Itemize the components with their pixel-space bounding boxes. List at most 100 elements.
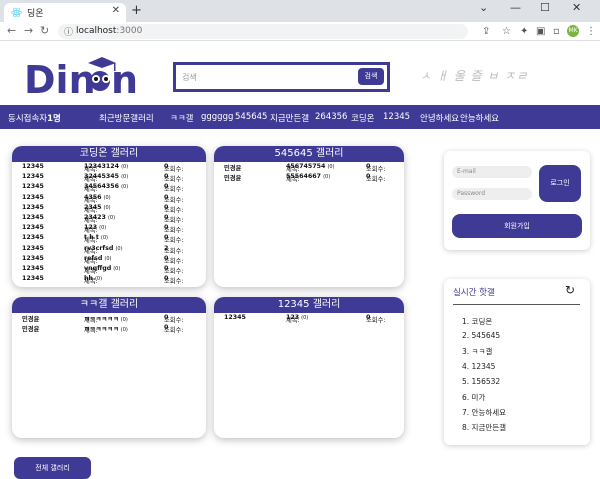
post-author: 12345 xyxy=(224,314,246,321)
post-title[interactable]: 제목: 123 (0) xyxy=(286,314,308,324)
nav-gallery-link[interactable]: gggggg xyxy=(201,112,233,122)
post-row[interactable]: 12345 제목: 4356 (0) 조회수: 0 xyxy=(12,193,206,204)
address-bar[interactable]: ⓘ localhost:3000 xyxy=(58,24,468,39)
hot-gallery-item[interactable]: 3. ㅋㅋ갤 xyxy=(462,346,506,361)
post-author: 12345 xyxy=(22,234,44,242)
post-views: 조회수: 0 xyxy=(164,194,184,204)
maximize-icon[interactable]: ☐ xyxy=(540,1,550,14)
gallery-title[interactable]: 545645 갤러리 xyxy=(214,146,404,162)
hot-galleries-box: 실시간 핫갤 ↻ 1. 코딩온 2. 545645 3. ㅋㅋ갤 4. 1234… xyxy=(444,279,590,445)
post-author: 민경윤 xyxy=(22,326,40,334)
post-title[interactable]: 제목: 55564667 (0) xyxy=(286,173,330,183)
nav-gallery-link[interactable]: 안능하세요 xyxy=(460,112,499,124)
post-title[interactable]: 제목: 4356 (0) xyxy=(84,194,111,204)
chevron-down-icon[interactable]: ⌄ xyxy=(479,1,488,14)
all-galleries-button[interactable]: 전체 갤러리 xyxy=(14,457,91,479)
post-row[interactable]: 12345 제목: 12343124 (0) 조회수: 0 xyxy=(12,162,206,173)
new-tab-button[interactable]: + xyxy=(131,3,142,18)
post-row[interactable]: 12345 제목: 34564356 (0) 조회수: 0 xyxy=(12,182,206,193)
password-field[interactable]: Password xyxy=(452,188,532,200)
post-title[interactable]: 제목: ㅋㅋㅋㅋㅋㅋ (0) xyxy=(84,314,128,324)
search-box[interactable]: 검색 검색 xyxy=(173,62,390,92)
nav-gallery-link[interactable]: 12345 xyxy=(383,112,410,122)
dingon-logo[interactable]: Din n xyxy=(24,53,144,99)
gallery-title[interactable]: 12345 갤러리 xyxy=(214,297,404,313)
refresh-icon[interactable]: ↻ xyxy=(565,283,575,297)
post-author: 12345 xyxy=(22,183,44,191)
post-title[interactable]: 제목: refsd (0) xyxy=(84,255,111,265)
post-title[interactable]: 제목: ㅋㅋㅋㅋㅋㅋ (0) xyxy=(84,324,128,334)
extensions-icon[interactable]: ✦ xyxy=(520,26,528,37)
login-button[interactable]: 로그인 xyxy=(539,165,581,202)
post-views: 조회수: 0 xyxy=(164,324,184,334)
profile-avatar[interactable]: MK xyxy=(567,25,579,37)
hot-gallery-item[interactable]: 5. 156532 xyxy=(462,377,506,392)
post-title[interactable]: 제목: 456745754 (0) xyxy=(286,163,335,173)
search-input[interactable]: 검색 xyxy=(182,72,197,83)
post-views: 조회수: 2 xyxy=(164,245,184,255)
post-row[interactable]: 12345 제목: rv3crfsd (0) 조회수: 2 xyxy=(12,244,206,255)
post-title[interactable]: 제목: 123 (0) xyxy=(84,224,106,234)
info-icon[interactable]: ⓘ xyxy=(64,25,73,38)
post-row[interactable]: 민경윤 제목: ㅋㅋㅋㅋㅋㅋ (0) 조회수: 0 xyxy=(12,323,206,334)
post-title[interactable]: 제목: 34564356 (0) xyxy=(84,183,128,193)
post-title[interactable]: 제목: 2345 (0) xyxy=(84,204,111,214)
post-row[interactable]: 민경윤 제목: 456745754 (0) 조회수: 0 xyxy=(214,162,404,173)
post-views: 조회수: 0 xyxy=(164,204,184,214)
gallery-title[interactable]: 코딩온 갤러리 xyxy=(12,146,206,162)
share-icon[interactable]: ⇪ xyxy=(482,26,490,37)
post-row[interactable]: 12345 제목: 2345 (0) 조회수: 0 xyxy=(12,203,206,214)
post-author: 민경윤 xyxy=(224,175,242,183)
post-row[interactable]: 12345 제목: vngffgd (0) 조회수: 0 xyxy=(12,264,206,275)
browser-tab[interactable]: 딩온 ✕ xyxy=(4,3,126,22)
nav-gallery-link[interactable]: ㅋㅋ갤 xyxy=(170,112,193,124)
menu-icon[interactable]: ⋮ xyxy=(586,26,596,37)
nav-gallery-link[interactable]: 지금만든갤 xyxy=(270,112,309,124)
post-title[interactable]: 제목: rv3crfsd (0) xyxy=(84,245,123,255)
nav-gallery-link[interactable]: 545645 xyxy=(235,112,267,122)
post-row[interactable]: 12345 제목: t h t (0) 조회수: 0 xyxy=(12,233,206,244)
post-title[interactable]: 제목: vngffgd (0) xyxy=(84,265,120,275)
post-title[interactable]: 제목: t h t (0) xyxy=(84,234,108,244)
svg-text:n: n xyxy=(111,58,138,99)
post-views: 조회수: 0 xyxy=(164,163,184,173)
post-views: 조회수: 0 xyxy=(164,214,184,224)
post-row[interactable]: 12345 제목: hh (0) 조회수: 0 xyxy=(12,274,206,286)
forward-icon[interactable]: → xyxy=(24,24,33,37)
post-row[interactable]: 12345 제목: 32445345 (0) 조회수: 0 xyxy=(12,172,206,183)
post-row[interactable]: 12345 제목: 123 (0) 조회수: 0 xyxy=(12,223,206,234)
minimize-icon[interactable]: — xyxy=(510,1,521,14)
hot-gallery-item[interactable]: 8. 지금만든갤 xyxy=(462,422,506,437)
post-row[interactable]: 12345 제목: 23423 (0) 조회수: 0 xyxy=(12,213,206,224)
gallery-title[interactable]: ㅋㅋ갤 갤러리 xyxy=(12,297,206,313)
bookmark-star-icon[interactable]: ☆ xyxy=(502,26,511,37)
page: Din n 검색 검색 ㅅ ㅐ 울 즐 ㅂ ㅈㄹ 동시접속자1명 최근방문갤러리… xyxy=(0,41,600,479)
hot-gallery-item[interactable]: 1. 코딩온 xyxy=(462,316,506,331)
post-row[interactable]: 민경윤 제목: ㅋㅋㅋㅋㅋㅋ (0) 조회수: 0 xyxy=(12,313,206,324)
reload-icon[interactable]: ↻ xyxy=(40,24,49,37)
post-title[interactable]: 제목: 23423 (0) xyxy=(84,214,115,224)
back-icon[interactable]: ← xyxy=(7,24,16,37)
tab-search-icon[interactable]: ▫ xyxy=(553,26,560,37)
email-field[interactable]: E-mail xyxy=(452,166,532,178)
nav-gallery-link[interactable]: 안녕하세요 xyxy=(420,112,459,124)
post-title[interactable]: 제목: 32445345 (0) xyxy=(84,173,128,183)
hot-gallery-item[interactable]: 7. 안능하세요 xyxy=(462,407,506,422)
post-row[interactable]: 12345 제목: 123 (0) 조회수: 0 xyxy=(214,313,404,324)
sidepanel-icon[interactable]: ▣ xyxy=(536,26,545,37)
post-title[interactable]: 제목: 12343124 (0) xyxy=(84,163,128,173)
post-row[interactable]: 12345 제목: refsd (0) 조회수: 0 xyxy=(12,254,206,265)
join-button[interactable]: 회원가입 xyxy=(452,214,582,238)
post-row[interactable]: 민경윤 제목: 55564667 (0) 조회수: 0 xyxy=(214,172,404,183)
hot-gallery-item[interactable]: 4. 12345 xyxy=(462,362,506,377)
nav-gallery-link[interactable]: 코딩온 xyxy=(351,112,374,124)
hot-gallery-item[interactable]: 6. 미가 xyxy=(462,392,506,407)
window-close-icon[interactable]: ✕ xyxy=(572,1,581,14)
title-prefix: 제목: xyxy=(84,278,98,286)
post-title[interactable]: 제목: hh (0) xyxy=(84,275,102,286)
hot-gallery-item[interactable]: 2. 545645 xyxy=(462,331,506,346)
comment-count: (0) xyxy=(120,317,128,323)
tab-close-icon[interactable]: ✕ xyxy=(112,5,120,16)
search-button[interactable]: 검색 xyxy=(358,68,384,85)
nav-gallery-link[interactable]: 264356 xyxy=(315,112,347,122)
